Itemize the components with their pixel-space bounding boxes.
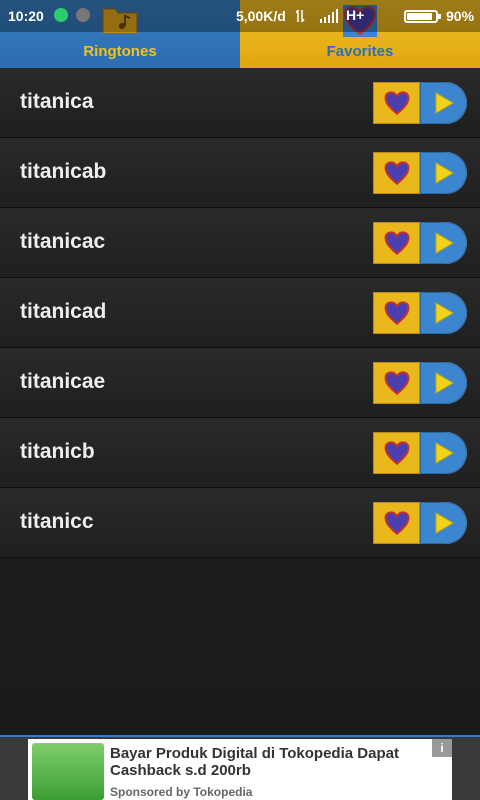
favorite-button[interactable] [373, 82, 420, 124]
heart-icon [384, 371, 409, 395]
play-icon [435, 442, 454, 464]
ringtone-title[interactable]: titanica [20, 90, 94, 114]
play-button[interactable] [420, 222, 467, 264]
ad-banner[interactable]: Bayar Produk Digital di Tokopedia Dapat … [0, 735, 480, 800]
status-speed: 5,00K/d [236, 8, 286, 24]
play-button[interactable] [420, 152, 467, 194]
ringtone-actions [373, 362, 467, 404]
ringtone-title[interactable]: titanicab [20, 160, 106, 184]
ringtone-actions [373, 502, 467, 544]
play-icon [435, 162, 454, 184]
favorite-button[interactable] [373, 292, 420, 334]
play-icon [435, 302, 454, 324]
play-button[interactable] [420, 82, 467, 124]
status-network: H+ [346, 7, 365, 23]
heart-icon [384, 301, 409, 325]
battery-level [407, 13, 433, 20]
play-button[interactable] [420, 362, 467, 404]
whatsapp-icon [54, 8, 68, 22]
heart-icon [384, 231, 409, 255]
heart-icon [384, 161, 409, 185]
favorite-button[interactable] [373, 152, 420, 194]
ad-info-icon[interactable]: i [432, 739, 452, 757]
heart-icon [384, 91, 409, 115]
ringtone-title[interactable]: titanicb [20, 440, 95, 464]
ringtone-row[interactable]: titanica [0, 68, 480, 138]
play-button[interactable] [420, 292, 467, 334]
ringtone-actions [373, 292, 467, 334]
app-root: Ringtones Favorites 10:20 5,00K/d H+ 90% [0, 0, 480, 800]
ringtone-row[interactable]: titanicab [0, 138, 480, 208]
favorite-button[interactable] [373, 362, 420, 404]
favorite-button[interactable] [373, 432, 420, 474]
ad-sponsor: Sponsored by Tokopedia [110, 785, 253, 799]
ringtone-actions [373, 222, 467, 264]
ad-card[interactable]: Bayar Produk Digital di Tokopedia Dapat … [28, 739, 452, 800]
heart-icon [384, 441, 409, 465]
ringtone-row[interactable]: titanicad [0, 278, 480, 348]
favorite-button[interactable] [373, 502, 420, 544]
play-icon [435, 232, 454, 254]
heart-icon [384, 511, 409, 535]
ringtone-title[interactable]: titanicae [20, 370, 105, 394]
ringtone-title[interactable]: titanicac [20, 230, 105, 254]
ad-image[interactable] [32, 743, 104, 800]
ringtone-row[interactable]: titanicae [0, 348, 480, 418]
status-bar: 10:20 5,00K/d H+ 90% [0, 0, 480, 32]
play-button[interactable] [420, 502, 467, 544]
favorite-button[interactable] [373, 222, 420, 264]
play-icon [435, 372, 454, 394]
ad-title[interactable]: Bayar Produk Digital di Tokopedia Dapat … [110, 745, 446, 779]
ringtone-title[interactable]: titanicc [20, 510, 94, 534]
ringtone-row[interactable]: titanicac [0, 208, 480, 278]
notification-icon [76, 8, 90, 22]
play-icon [435, 512, 454, 534]
ringtone-row[interactable]: titanicb [0, 418, 480, 488]
ringtone-actions [373, 432, 467, 474]
play-button[interactable] [420, 432, 467, 474]
tab-favorites-label: Favorites [326, 43, 394, 60]
ringtone-actions [373, 82, 467, 124]
ringtone-row[interactable]: titanicc [0, 488, 480, 558]
ringtone-list: titanica titanicab titanicac titanicad titan… [0, 68, 480, 558]
status-battery: 90% [446, 8, 475, 24]
ringtone-title[interactable]: titanicad [20, 300, 106, 324]
ringtone-actions [373, 152, 467, 194]
play-icon [435, 92, 454, 114]
status-time: 10:20 [8, 8, 44, 24]
battery-icon [404, 10, 441, 23]
tab-ringtones-label: Ringtones [83, 43, 157, 60]
